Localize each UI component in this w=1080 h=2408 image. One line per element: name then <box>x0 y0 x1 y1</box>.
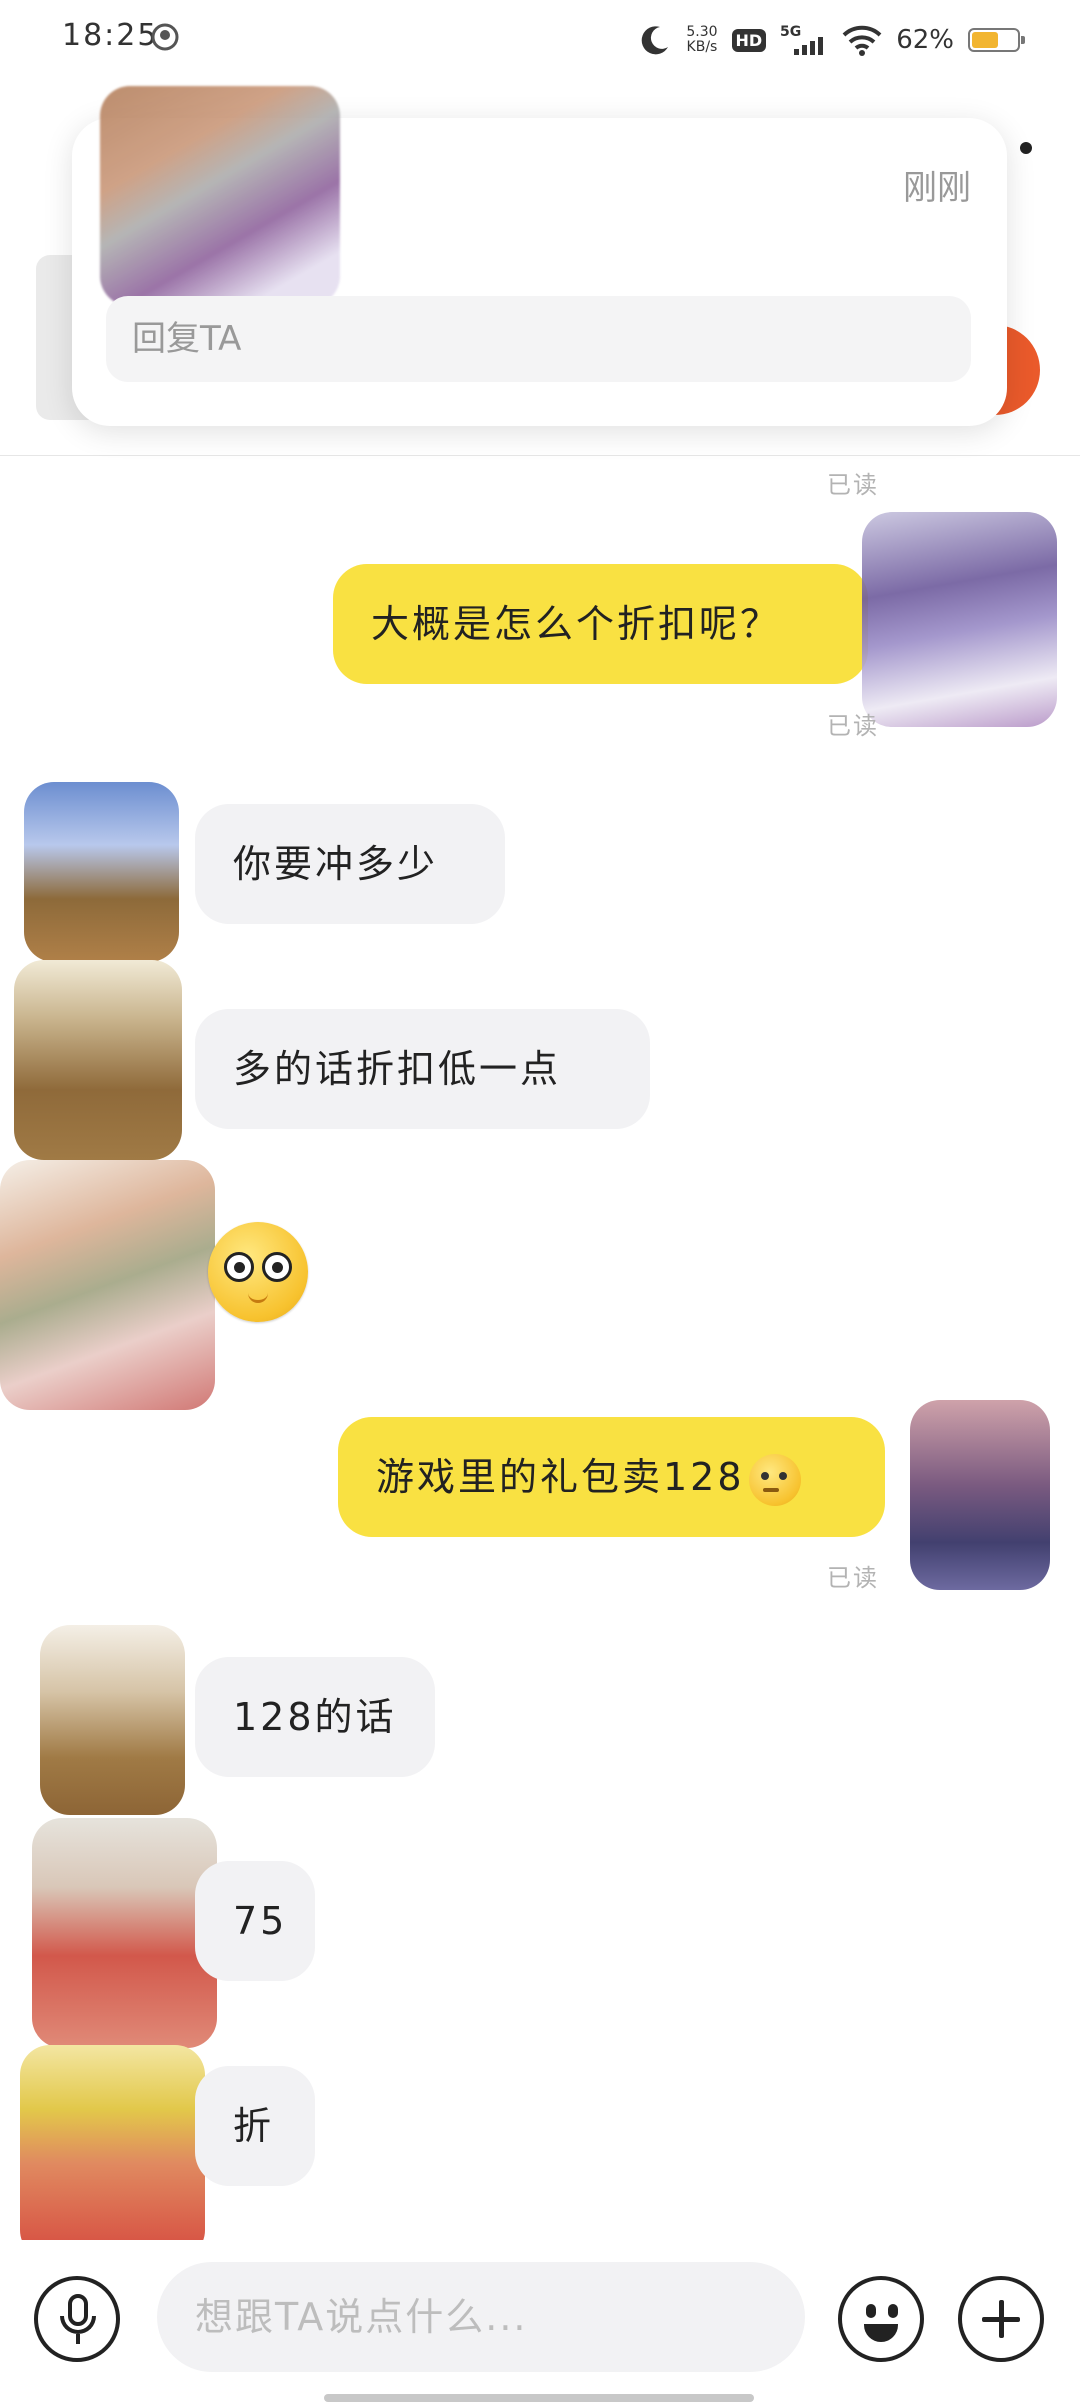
contact-avatar[interactable] <box>24 782 179 962</box>
message-bubble-incoming[interactable]: 128的话 <box>195 1657 435 1777</box>
message-bubble-incoming[interactable]: 你要冲多少 <box>195 804 505 924</box>
signal-icon: 5G <box>780 24 824 55</box>
battery-icon <box>968 28 1025 52</box>
notification-time: 刚刚 <box>903 168 971 208</box>
battery-fill <box>972 32 998 48</box>
contact-avatar[interactable] <box>0 1160 215 1410</box>
svg-text:5G: 5G <box>780 24 801 40</box>
emoji-mouth <box>248 1292 268 1303</box>
notification-avatar <box>100 86 340 306</box>
mic-stand <box>60 2316 96 2334</box>
message-notification-popup[interactable]: 刚刚 回复TA <box>72 86 1007 426</box>
smiley-eye <box>888 2304 898 2318</box>
contact-avatar[interactable] <box>32 1818 217 2048</box>
moon-icon <box>642 26 669 55</box>
reply-input[interactable]: 回复TA <box>106 296 971 382</box>
net-speed-value: 5.30 <box>686 24 718 40</box>
more-options-icon[interactable] <box>1020 142 1032 154</box>
emoji-eye <box>262 1252 292 1282</box>
mic-leg <box>76 2334 80 2344</box>
message-text: 游戏里的礼包卖128 <box>376 1455 745 1499</box>
contact-avatar[interactable] <box>20 2045 205 2260</box>
my-avatar[interactable] <box>862 512 1057 727</box>
smiley-mouth <box>864 2324 898 2342</box>
message-bubble-incoming[interactable]: 75 <box>195 1861 315 1981</box>
my-avatar[interactable] <box>910 1400 1050 1590</box>
battery-percent: 62% <box>896 25 954 55</box>
plus-icon[interactable] <box>958 2276 1044 2362</box>
status-time: 18:25 <box>62 18 159 53</box>
composer-bar: 想跟TA说点什么... <box>0 2240 1080 2408</box>
net-speed: 5.30 KB/s <box>686 25 717 55</box>
contact-avatar[interactable] <box>40 1625 185 1815</box>
microphone-icon[interactable] <box>34 2276 120 2362</box>
message-input[interactable]: 想跟TA说点什么... <box>157 2262 805 2372</box>
home-indicator[interactable] <box>324 2394 754 2402</box>
status-icons: 5.30 KB/s HD 5G 62% <box>638 18 1025 62</box>
message-bubble-incoming[interactable]: 折 <box>195 2066 315 2186</box>
read-receipt: 已读 <box>827 471 879 499</box>
hd-badge: HD <box>731 28 767 52</box>
message-bubble-outgoing[interactable]: 大概是怎么个折扣呢？ <box>333 564 868 684</box>
emoji-eye <box>224 1252 254 1282</box>
read-receipt: 已读 <box>827 1564 879 1592</box>
smiley-icon[interactable] <box>838 2276 924 2362</box>
status-bar: 18:25 5.30 KB/s HD 5G 62% <box>0 0 1080 80</box>
read-receipt: 已读 <box>827 712 879 740</box>
message-bubble-outgoing[interactable]: 游戏里的礼包卖128 <box>338 1417 885 1537</box>
wifi-icon <box>842 25 882 56</box>
notification-app-icon <box>151 23 179 51</box>
net-speed-unit: KB/s <box>686 39 718 55</box>
message-bubble-incoming[interactable]: 多的话折扣低一点 <box>195 1009 650 1129</box>
contact-avatar[interactable] <box>14 960 182 1160</box>
flushed-face-emoji[interactable] <box>208 1222 308 1322</box>
smiley-eye <box>866 2304 876 2318</box>
thinking-face-emoji <box>748 1453 801 1506</box>
